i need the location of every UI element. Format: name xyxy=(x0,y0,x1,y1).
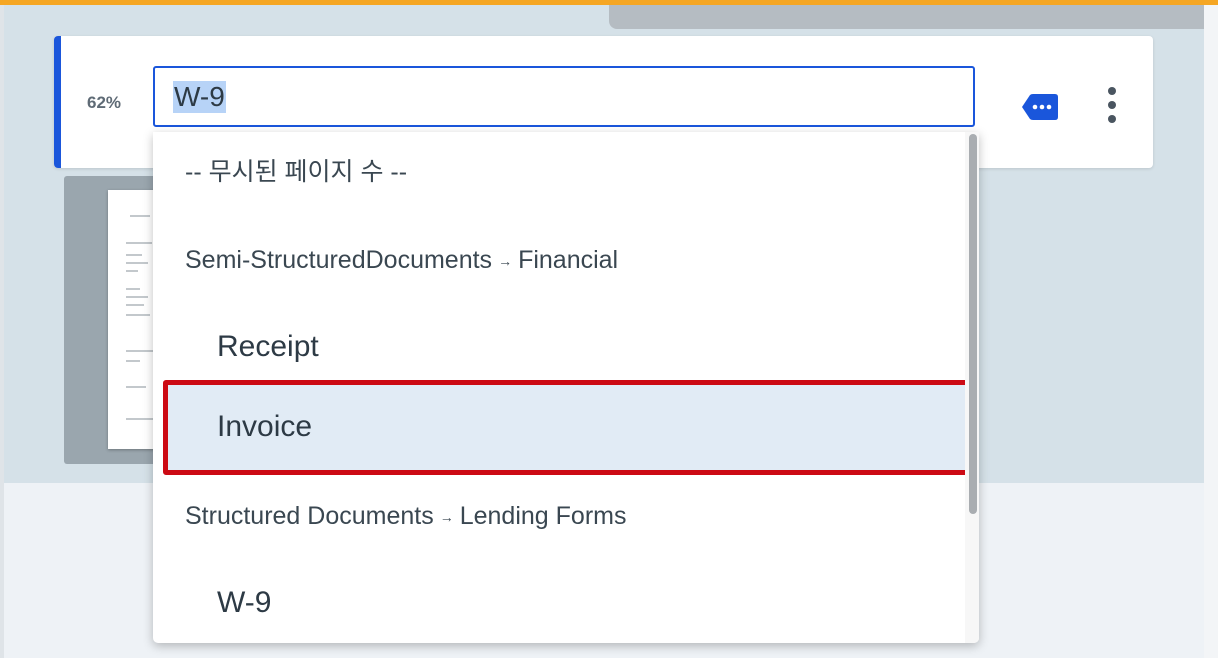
ignored-pages-option[interactable]: -- 무시된 페이지 수 -- xyxy=(153,132,979,212)
dropdown-scrollbar-thumb[interactable] xyxy=(969,134,977,514)
option-w9[interactable]: W-9 xyxy=(153,578,979,628)
document-type-input-value[interactable]: W-9 xyxy=(173,81,226,113)
document-type-dropdown[interactable]: -- 무시된 페이지 수 -- Semi-StructuredDocuments… xyxy=(153,132,979,643)
group-child-label: Financial xyxy=(518,246,619,274)
more-options-button[interactable] xyxy=(1102,86,1122,124)
arrow-right-icon: → xyxy=(498,253,513,270)
document-type-input[interactable]: W-9 xyxy=(153,66,975,127)
thumbnail-line xyxy=(126,360,140,362)
thumbnail-line xyxy=(126,386,146,388)
thumbnail-line xyxy=(126,304,144,306)
thumbnail-line xyxy=(126,314,150,316)
confidence-score: 62% xyxy=(87,93,122,112)
thumbnail-line xyxy=(126,242,152,244)
option-receipt[interactable]: Receipt xyxy=(153,322,979,372)
overlay-bar xyxy=(609,5,1204,29)
thumbnail-line xyxy=(126,418,156,420)
group-child-label: Lending Forms xyxy=(459,502,627,530)
right-edge xyxy=(1204,5,1218,658)
group-parent-label: Semi-StructuredDocuments xyxy=(185,246,493,274)
thumbnail-line xyxy=(126,350,154,352)
thumbnail-line xyxy=(126,262,148,264)
thumbnail-line xyxy=(130,215,150,217)
option-invoice[interactable]: Invoice xyxy=(153,402,979,452)
arrow-right-icon: → xyxy=(439,509,454,526)
thumbnail-line xyxy=(126,288,140,290)
group-header-financial: Semi-StructuredDocuments → Financial xyxy=(153,240,979,280)
group-header-lending-forms: Structured Documents → Lending Forms xyxy=(153,496,979,536)
label-tag-icon xyxy=(1022,94,1058,120)
thumbnail-line xyxy=(126,270,138,272)
label-button[interactable] xyxy=(1022,94,1058,120)
card-accent-bar xyxy=(54,36,61,168)
thumbnail-line xyxy=(126,296,148,298)
group-parent-label: Structured Documents xyxy=(185,502,434,530)
thumbnail-line xyxy=(126,254,142,256)
more-vertical-icon xyxy=(1108,87,1116,123)
